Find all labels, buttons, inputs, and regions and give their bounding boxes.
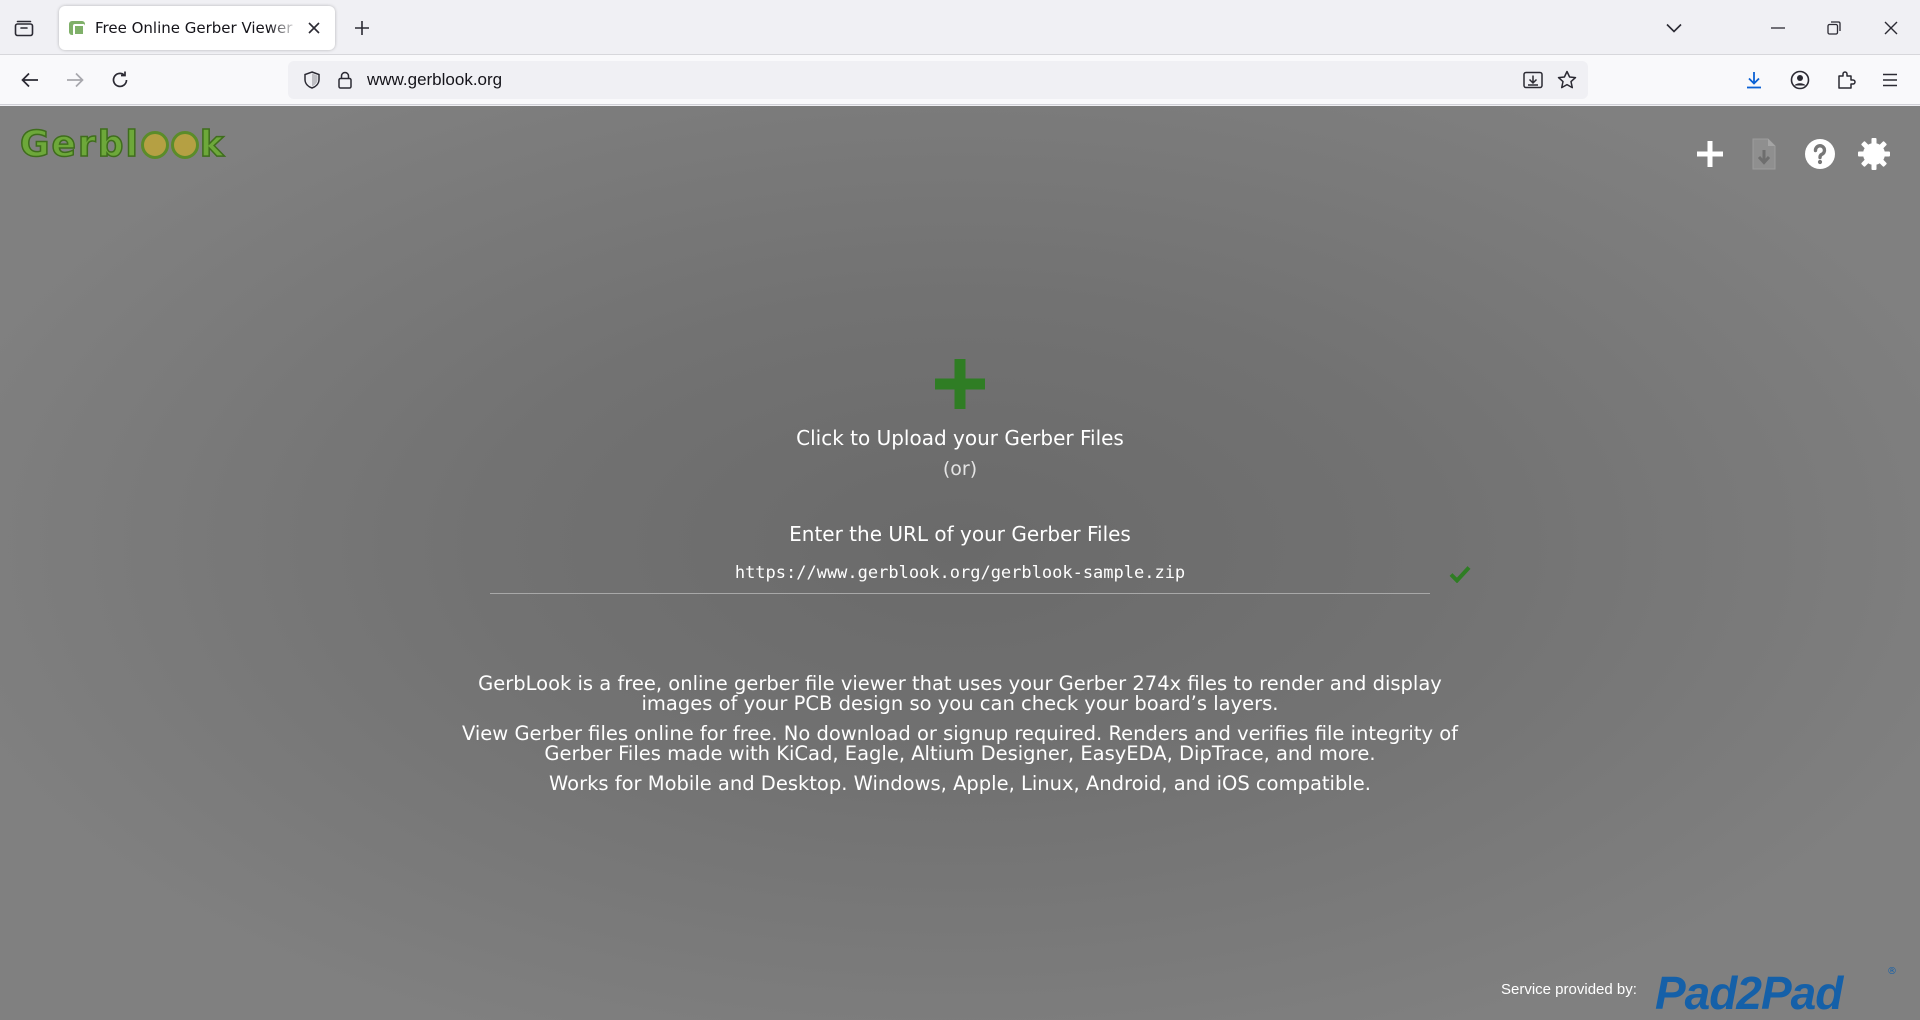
plus-icon[interactable]	[1690, 134, 1730, 174]
tracking-protection-shield-icon[interactable]	[300, 68, 324, 92]
description: GerbLook is a free, online gerber file v…	[440, 674, 1480, 804]
tab-overview-icon[interactable]	[10, 14, 38, 42]
close-window-icon[interactable]	[1877, 14, 1905, 42]
description-paragraph: Works for Mobile and Desktop. Windows, A…	[549, 772, 1371, 795]
submit-url-check-icon[interactable]	[1446, 562, 1474, 586]
download-file-icon[interactable]	[1744, 134, 1784, 174]
extensions-icon[interactable]	[1832, 66, 1860, 94]
address-bar[interactable]: www.gerblook.org	[288, 61, 1588, 99]
reload-icon[interactable]	[106, 66, 134, 94]
pad2pad-logo[interactable]: Pad2Pad	[1655, 966, 1843, 1020]
account-icon[interactable]	[1786, 66, 1814, 94]
downloads-icon[interactable]	[1740, 66, 1768, 94]
url-text[interactable]: www.gerblook.org	[367, 70, 502, 90]
gerblook-favicon-icon	[69, 21, 85, 36]
service-provider: Service provided by: Pad2Pad ®	[1500, 966, 1900, 1019]
restore-icon[interactable]	[1820, 14, 1848, 42]
top-toolbar	[1690, 134, 1895, 174]
or-separator: (or)	[942, 458, 978, 480]
gerblook-page: Gerbl k Click to Upload your Gerber File…	[0, 106, 1920, 1020]
bookmark-star-icon[interactable]	[1555, 68, 1579, 92]
list-all-tabs-icon[interactable]	[1660, 14, 1688, 42]
forward-icon[interactable]	[61, 66, 89, 94]
app-menu-icon[interactable]	[1876, 66, 1904, 94]
upload-prompt[interactable]: Click to Upload your Gerber Files	[660, 426, 1260, 450]
gerber-url-input[interactable]	[490, 552, 1430, 594]
tab-gerblook[interactable]: Free Online Gerber Viewer | Circuit Boar…	[59, 6, 335, 50]
logo-o-icon	[140, 131, 169, 159]
close-tab-icon[interactable]	[303, 17, 325, 39]
lock-icon[interactable]	[333, 68, 357, 92]
logo-text-suffix: k	[199, 123, 226, 166]
settings-gear-icon[interactable]	[1854, 134, 1894, 174]
logo-o-icon	[170, 131, 199, 159]
description-paragraph: GerbLook is a free, online gerber file v…	[478, 672, 1442, 715]
service-label: Service provided by:	[1501, 981, 1637, 998]
new-tab-icon[interactable]	[348, 14, 376, 42]
help-icon[interactable]	[1800, 134, 1840, 174]
registered-mark: ®	[1887, 966, 1897, 977]
browser-nav-bar: www.gerblook.org	[0, 55, 1920, 105]
save-to-pocket-icon[interactable]	[1521, 68, 1545, 92]
browser-tab-bar: Free Online Gerber Viewer | Circuit Boar…	[0, 0, 1920, 55]
gerblook-logo[interactable]: Gerbl k	[19, 123, 226, 166]
minimize-icon[interactable]	[1764, 14, 1792, 42]
description-paragraph: View Gerber files online for free. No do…	[461, 722, 1459, 765]
url-label: Enter the URL of your Gerber Files	[789, 522, 1131, 546]
upload-plus-icon[interactable]	[932, 356, 988, 412]
tab-title: Free Online Gerber Viewer | Circuit Boar…	[95, 19, 299, 37]
back-icon[interactable]	[16, 66, 44, 94]
logo-text-prefix: Gerbl	[19, 123, 140, 166]
